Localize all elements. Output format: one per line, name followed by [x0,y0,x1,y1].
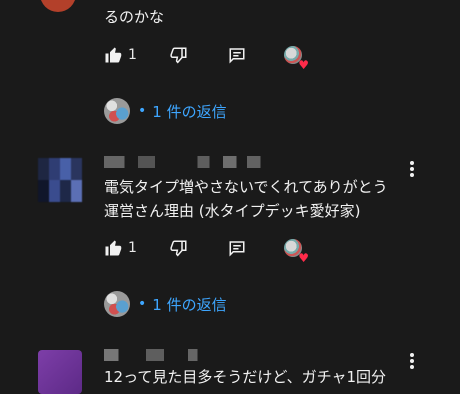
like-count: 1 [128,47,137,63]
separator-dot: • [138,103,147,119]
comment-text: るのかな [104,8,165,26]
avatar[interactable] [40,0,76,12]
separator-dot: • [138,296,147,312]
avatar[interactable] [38,158,82,202]
like-button[interactable]: 1 [104,46,137,64]
username[interactable] [104,156,274,168]
dislike-button[interactable] [170,46,188,64]
like-count: 1 [128,240,137,256]
creator-heart: ♥ [284,239,309,264]
replies-toggle[interactable]: • 1 件の返信 [104,290,227,318]
comment-icon [228,239,246,257]
replies-count: 1 件の返信 [152,295,227,314]
replies-count: 1 件の返信 [152,102,227,121]
comment-text-line-1: 電気タイプ増やさないでくれてありがとう [104,178,388,196]
reply-button[interactable] [228,46,246,64]
avatar [104,291,130,317]
comment-text: 12って見た目多そうだけど、ガチャ1回分 [104,368,386,386]
like-button[interactable]: 1 [104,239,137,257]
creator-heart: ♥ [284,46,309,71]
thumbs-up-icon [104,46,122,64]
heart-icon: ♥ [298,251,309,265]
thumbs-up-icon [104,239,122,257]
replies-toggle[interactable]: • 1 件の返信 [104,97,227,125]
thumbs-down-icon [170,46,188,64]
comment-text-line-2: 運営さん理由 (水タイプデッキ愛好家) [104,202,361,220]
avatar [104,98,130,124]
avatar[interactable] [38,350,82,394]
username[interactable] [104,349,224,361]
thumbs-down-icon [170,239,188,257]
comments-panel: るのかな 1 ♥ • 1 件の返信 電気タイプ増やさないでくれてありがとう 運営… [0,0,460,394]
reply-button[interactable] [228,239,246,257]
comment-icon [228,46,246,64]
dislike-button[interactable] [170,239,188,257]
heart-icon: ♥ [298,58,309,72]
